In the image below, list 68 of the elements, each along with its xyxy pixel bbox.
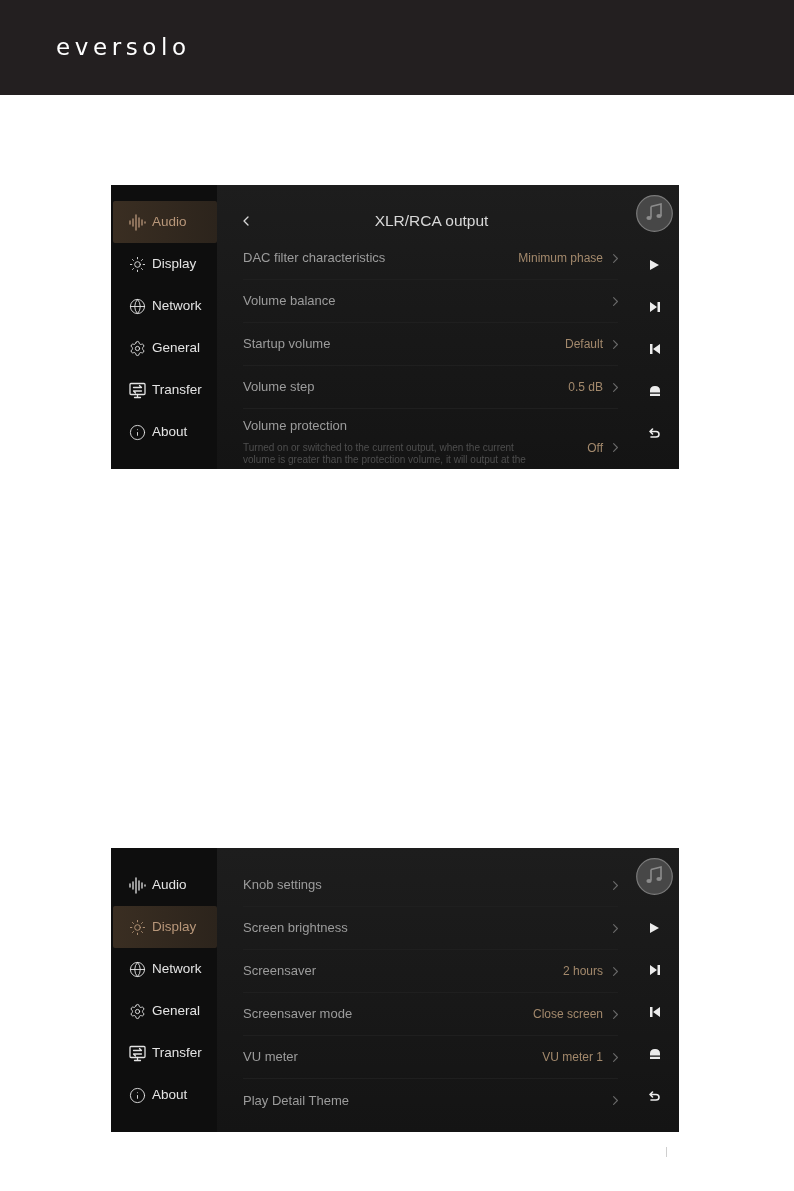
setting-label[interactable]: Volume protection [243,416,578,436]
gear-icon [129,339,146,357]
setting-label[interactable]: Startup volume [243,334,555,354]
return-arrow-icon[interactable] [649,1091,660,1101]
sidebar-item[interactable]: Display [113,243,217,285]
sidebar-item[interactable]: Display [113,906,217,948]
setting-value: Default [564,336,603,353]
globe-icon [129,960,146,978]
setting-value: Minimum phase [518,250,603,267]
setting-label[interactable]: Knob settings [243,875,603,895]
eject-icon[interactable] [649,386,660,396]
sidebar-item[interactable]: General [113,990,217,1032]
chevron-right-icon [613,923,618,933]
sun-icon [129,255,146,273]
back-icon[interactable] [243,216,249,226]
setting-label[interactable]: DAC filter characteristics [243,248,509,268]
page-title: XLR/RCA output [373,211,490,232]
chevron-right-icon [613,1096,618,1105]
chevron-right-icon [613,880,618,890]
brand-logo: eversolo [56,35,191,59]
sidebar-item[interactable]: Transfer [113,369,217,411]
monitor-arrows-icon [129,381,146,399]
sidebar-item[interactable]: Audio [113,864,217,906]
music-note-icon[interactable] [636,858,673,895]
sidebar-item[interactable]: Transfer [113,1032,217,1074]
setting-label[interactable]: Volume balance [243,291,603,311]
sidebar-item[interactable]: About [113,411,217,453]
chevron-right-icon [613,1052,618,1062]
eject-icon[interactable] [649,1049,660,1059]
waveform-icon [129,213,146,231]
gear-icon [129,1002,146,1020]
waveform-icon [129,876,146,894]
sidebar-item[interactable]: Network [113,948,217,990]
chevron-right-icon [613,1009,618,1019]
sidebar-item[interactable]: General [113,327,217,369]
skip-back-icon[interactable] [649,344,660,354]
skip-back-icon[interactable] [649,1007,660,1017]
monitor-arrows-icon [129,1044,146,1062]
skip-forward-icon[interactable] [649,965,660,975]
setting-value: 2 hours [562,963,603,980]
play-icon[interactable] [650,923,659,933]
music-note-icon[interactable] [636,195,673,232]
chevron-right-icon [613,339,618,349]
globe-icon [129,297,146,315]
setting-label[interactable]: Screensaver mode [243,1004,523,1024]
sidebar-item[interactable]: Audio [113,201,217,243]
setting-label[interactable]: Volume step [243,377,559,397]
setting-label[interactable]: Screen brightness [243,918,603,938]
chevron-right-icon [613,382,618,392]
chevron-right-icon [613,296,618,306]
setting-value: VU meter 1 [542,1049,603,1066]
chevron-right-icon [613,253,618,263]
chevron-right-icon [613,966,618,976]
setting-label[interactable]: Screensaver [243,961,553,981]
setting-value: 0.5 dB [568,379,603,396]
play-icon[interactable] [650,260,659,270]
sidebar-item[interactable]: About [113,1074,217,1116]
setting-label[interactable]: Play Detail Theme [243,1090,603,1111]
setting-value: Off [587,439,603,457]
sun-icon [129,918,146,936]
info-icon [129,423,146,441]
chevron-right-icon [613,443,618,453]
setting-label[interactable]: VU meter [243,1047,533,1067]
setting-value: Close screen [532,1006,603,1023]
sidebar-item[interactable]: Network [113,285,217,327]
return-arrow-icon[interactable] [649,428,660,438]
skip-forward-icon[interactable] [649,302,660,312]
info-icon [129,1086,146,1104]
